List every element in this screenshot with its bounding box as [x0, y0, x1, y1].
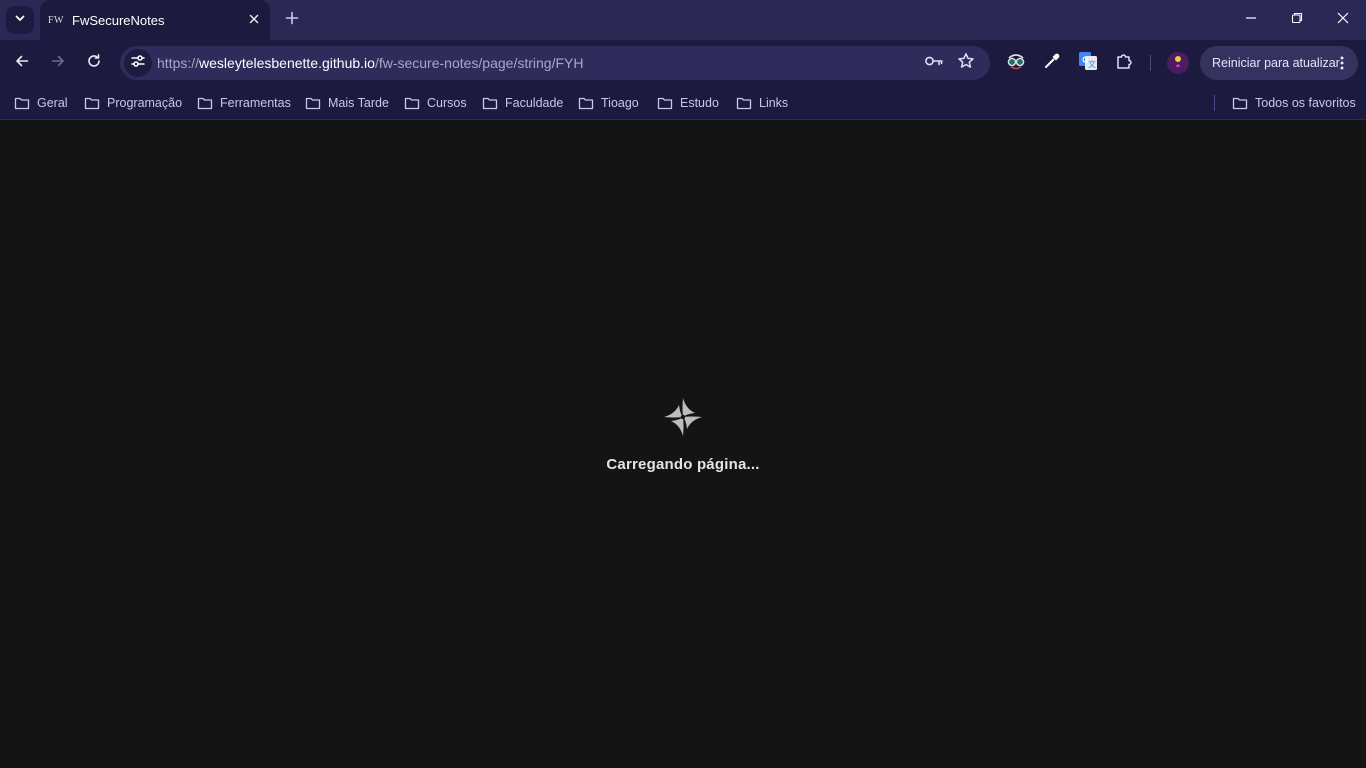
bookmark-label: Faculdade — [505, 96, 564, 110]
folder-icon — [657, 97, 673, 110]
bookmark-folder-links[interactable]: Links — [736, 92, 788, 114]
tab-strip: FW FwSecureNotes — [0, 0, 1366, 40]
bookmark-folder-programacao[interactable]: Programação — [84, 92, 182, 114]
url-host: wesleytelesbenette.github.io — [199, 55, 375, 71]
new-tab-button[interactable] — [280, 8, 304, 32]
folder-icon — [482, 97, 498, 110]
extension-glasses-button[interactable] — [1004, 51, 1028, 75]
loading-text: Carregando página... — [606, 456, 760, 473]
bookmark-folder-mais-tarde[interactable]: Mais Tarde — [305, 92, 389, 114]
chevron-down-icon — [14, 11, 26, 29]
tab-active[interactable]: FW FwSecureNotes — [40, 0, 270, 40]
key-icon — [924, 54, 944, 73]
minimize-button[interactable] — [1228, 0, 1274, 40]
folder-icon — [578, 97, 594, 110]
folder-icon — [736, 97, 752, 110]
loading-indicator: Carregando página... — [0, 395, 1366, 473]
eyedropper-icon — [1043, 52, 1061, 75]
bookmark-label: Programação — [107, 96, 183, 110]
reload-button[interactable] — [78, 47, 110, 79]
bookmark-label: Links — [759, 96, 789, 110]
extensions-button[interactable] — [1112, 51, 1136, 75]
folder-icon — [305, 97, 321, 110]
forward-button[interactable] — [42, 47, 74, 79]
url-text[interactable]: https://wesleytelesbenette.github.io/fw-… — [157, 55, 583, 71]
bookmark-label: Ferramentas — [220, 96, 291, 110]
bookmarks-bar: Geral Programação Ferramentas Mais Tarde… — [0, 86, 1366, 120]
tune-icon — [130, 53, 146, 74]
folder-icon — [14, 97, 30, 110]
folder-icon — [404, 97, 420, 110]
bookmark-label: Tioago — [601, 96, 639, 110]
folder-icon — [197, 97, 213, 110]
restart-update-label: Reiniciar para atualizar — [1212, 56, 1340, 70]
star-icon — [957, 52, 975, 75]
extension-eyedropper-button[interactable] — [1040, 51, 1064, 75]
puzzle-icon — [1115, 52, 1133, 75]
profile-icon — [1171, 54, 1185, 73]
bookmark-label: Estudo — [680, 96, 719, 110]
url-path: /fw-secure-notes/page/string/FYH — [374, 55, 584, 71]
restore-icon — [1291, 11, 1303, 29]
glasses-icon — [1006, 51, 1026, 76]
bookmark-label: Geral — [37, 96, 68, 110]
toolbar: https://wesleytelesbenette.github.io/fw-… — [0, 40, 1366, 86]
reload-icon — [86, 53, 102, 74]
bookmark-folder-tioago[interactable]: Tioago — [578, 92, 639, 114]
svg-text:文: 文 — [1088, 59, 1096, 69]
address-bar[interactable]: https://wesleytelesbenette.github.io/fw-… — [120, 46, 990, 80]
tab-favicon: FW — [48, 14, 64, 26]
close-icon — [249, 11, 259, 29]
url-scheme: https:// — [157, 55, 200, 71]
bookmark-label: Cursos — [427, 96, 467, 110]
arrow-left-icon — [14, 53, 30, 74]
kebab-icon[interactable] — [1334, 55, 1350, 71]
close-window-button[interactable] — [1320, 0, 1366, 40]
plus-icon — [285, 11, 299, 30]
all-bookmarks-label: Todos os favoritos — [1255, 96, 1356, 110]
close-icon — [1337, 11, 1349, 29]
bookmark-label: Mais Tarde — [328, 96, 389, 110]
restore-button[interactable] — [1274, 0, 1320, 40]
site-info-button[interactable] — [124, 49, 152, 77]
all-bookmarks-folder[interactable]: Todos os favoritos — [1232, 92, 1356, 114]
tab-search-button[interactable] — [6, 6, 34, 34]
spinner-icon — [661, 395, 705, 444]
tab-close-button[interactable] — [244, 10, 264, 30]
minimize-icon — [1245, 11, 1257, 29]
profile-avatar[interactable] — [1167, 52, 1189, 74]
bookmark-folder-geral[interactable]: Geral — [14, 92, 68, 114]
folder-icon — [1232, 97, 1248, 110]
page-content: Carregando página... — [0, 121, 1366, 768]
bookmark-folder-ferramentas[interactable]: Ferramentas — [197, 92, 291, 114]
bookmarks-separator — [1214, 95, 1215, 111]
folder-icon — [84, 97, 100, 110]
bookmark-folder-estudo[interactable]: Estudo — [657, 92, 719, 114]
restart-update-button[interactable]: Reiniciar para atualizar — [1200, 46, 1358, 80]
back-button[interactable] — [6, 47, 38, 79]
bookmark-folder-faculdade[interactable]: Faculdade — [482, 92, 563, 114]
bookmark-star-button[interactable] — [956, 52, 976, 75]
translate-icon: G文 — [1078, 51, 1098, 76]
extension-translate-button[interactable]: G文 — [1076, 51, 1100, 75]
bookmark-folder-cursos[interactable]: Cursos — [404, 92, 467, 114]
password-button[interactable] — [924, 53, 944, 73]
tab-title: FwSecureNotes — [72, 12, 165, 28]
toolbar-separator — [1150, 55, 1151, 71]
arrow-right-icon — [50, 53, 66, 74]
